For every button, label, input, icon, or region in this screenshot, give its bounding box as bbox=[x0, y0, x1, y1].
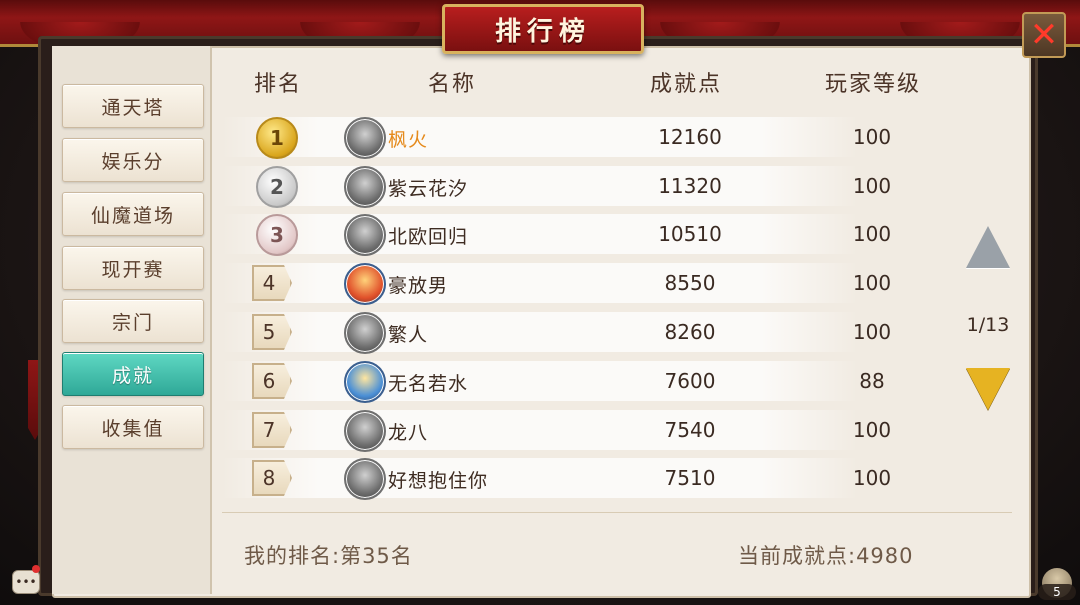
player-name: 枫火 bbox=[388, 129, 429, 151]
sidebar-item-open-match[interactable]: 现开赛 bbox=[62, 246, 204, 290]
player-level: 100 bbox=[852, 466, 892, 490]
online-count: 5 bbox=[1038, 584, 1076, 600]
player-level: 100 bbox=[852, 320, 892, 344]
table-row[interactable] bbox=[222, 117, 858, 157]
page-down-icon[interactable] bbox=[966, 368, 1010, 410]
player-name: 无名若水 bbox=[388, 373, 469, 395]
notification-dot bbox=[32, 565, 40, 573]
sidebar-item-arena[interactable]: 仙魔道场 bbox=[62, 192, 204, 236]
bronze-medal-icon: 3 bbox=[256, 214, 298, 256]
close-icon: ✕ bbox=[1029, 15, 1059, 55]
header-points: 成就点 bbox=[649, 72, 722, 97]
chat-icon[interactable]: ••• bbox=[12, 570, 40, 594]
table-row[interactable] bbox=[222, 458, 858, 498]
player-name: 紫云花汐 bbox=[388, 178, 469, 200]
player-avatar bbox=[344, 214, 386, 256]
achievement-points: 7510 bbox=[664, 466, 716, 490]
player-avatar bbox=[344, 410, 386, 452]
achievement-points: 10510 bbox=[658, 222, 722, 246]
rank-tag: 6 bbox=[252, 363, 292, 399]
sidebar-item-collection[interactable]: 收集值 bbox=[62, 405, 204, 449]
sidebar-item-entertainment[interactable]: 娱乐分 bbox=[62, 138, 204, 182]
player-name: 豪放男 bbox=[388, 275, 449, 297]
page-title: 排行榜 bbox=[442, 4, 644, 54]
achievement-points: 7540 bbox=[664, 418, 716, 442]
achievement-points: 8260 bbox=[664, 320, 716, 344]
player-level: 100 bbox=[852, 222, 892, 246]
header-level: 玩家等级 bbox=[824, 72, 921, 97]
divider bbox=[222, 512, 1012, 513]
achievement-points: 7600 bbox=[664, 369, 716, 393]
player-level: 100 bbox=[852, 174, 892, 198]
page-up-icon[interactable] bbox=[966, 226, 1010, 268]
achievement-points: 8550 bbox=[664, 271, 716, 295]
rank-tag: 8 bbox=[252, 460, 292, 496]
player-name: 好想抱住你 bbox=[388, 470, 489, 492]
current-points: 当前成就点:4980 bbox=[738, 544, 914, 568]
table-row[interactable] bbox=[222, 166, 858, 206]
header-rank: 排名 bbox=[253, 72, 302, 97]
player-name: 北欧回归 bbox=[388, 226, 469, 248]
player-level: 100 bbox=[852, 125, 892, 149]
table-row[interactable] bbox=[222, 214, 858, 254]
achievement-points: 12160 bbox=[658, 125, 722, 149]
player-name: 繁人 bbox=[388, 324, 429, 346]
player-level: 100 bbox=[852, 418, 892, 442]
player-avatar bbox=[344, 312, 386, 354]
table-row[interactable] bbox=[222, 410, 858, 450]
player-avatar bbox=[344, 166, 386, 208]
close-button[interactable]: ✕ bbox=[1022, 12, 1066, 58]
player-avatar bbox=[344, 361, 386, 403]
player-level: 88 bbox=[859, 369, 885, 393]
rank-tag: 5 bbox=[252, 314, 292, 350]
rank-tag: 7 bbox=[252, 412, 292, 448]
sidebar-item-sect[interactable]: 宗门 bbox=[62, 299, 204, 343]
table-row[interactable] bbox=[222, 361, 858, 401]
player-avatar bbox=[344, 263, 386, 305]
sidebar-item-tower[interactable]: 通天塔 bbox=[62, 84, 204, 128]
my-rank: 我的排名:第35名 bbox=[244, 544, 413, 568]
player-name: 龙八 bbox=[388, 422, 429, 444]
player-avatar bbox=[344, 117, 386, 159]
achievement-points: 11320 bbox=[658, 174, 722, 198]
gold-medal-icon: 1 bbox=[256, 117, 298, 159]
header-name: 名称 bbox=[427, 72, 476, 97]
player-level: 100 bbox=[852, 271, 892, 295]
page-indicator: 1/13 bbox=[966, 314, 1010, 336]
table-row[interactable] bbox=[222, 263, 858, 303]
table-row[interactable] bbox=[222, 312, 858, 352]
sidebar-item-achievement[interactable]: 成就 bbox=[62, 352, 204, 396]
player-avatar bbox=[344, 458, 386, 500]
rank-tag: 4 bbox=[252, 265, 292, 301]
silver-medal-icon: 2 bbox=[256, 166, 298, 208]
